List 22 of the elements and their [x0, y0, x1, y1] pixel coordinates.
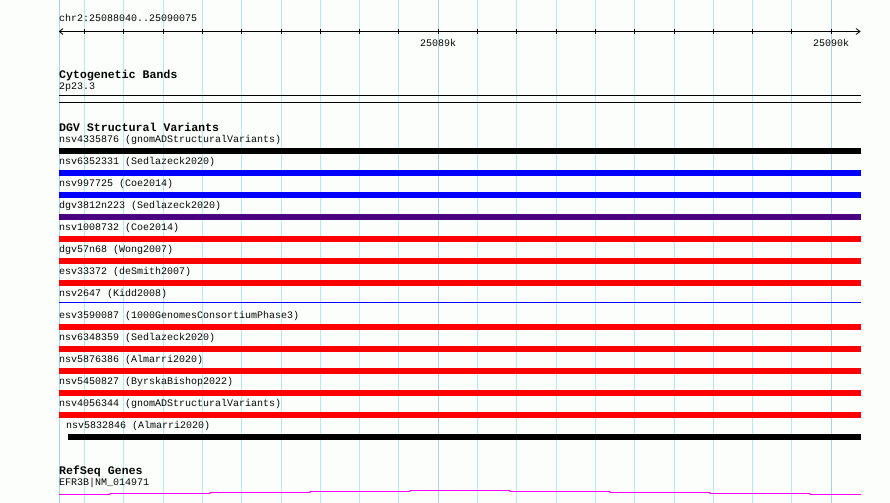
track-title: RefSeq Genes: [59, 465, 142, 478]
variant-label: dgv57n68 (Wong2007): [59, 245, 174, 257]
variant-label: esv33372 (deSmith2007): [59, 267, 192, 279]
variant-label: nsv5450827 (ByrskaBishop2022): [59, 377, 234, 389]
variant-label: nsv997725 (Coe2014): [59, 179, 174, 191]
variant-label: nsv4335876 (gnomADStructuralVariants): [59, 135, 282, 147]
tick-label: 25089k: [420, 39, 456, 51]
variant-label: nsv1008732 (Coe2014): [59, 223, 180, 235]
track-title: DGV Structural Variants: [59, 122, 220, 135]
variant-label: nsv6348359 (Sedlazeck2020): [59, 333, 216, 345]
band-label: 2p23.3: [59, 82, 96, 94]
variant-label: esv3590087 (1000GenomesConsortiumPhase3): [59, 311, 300, 323]
variant-label: nsv4056344 (gnomADStructuralVariants): [59, 399, 282, 411]
track-title: Cytogenetic Bands: [59, 69, 178, 82]
variant-label: nsv6352331 (Sedlazeck2020): [59, 157, 216, 169]
tick-label: 25090k: [813, 39, 849, 51]
variant-label: nsv2647 (Kidd2008): [59, 289, 168, 301]
variant-label: nsv5876386 (Almarri2020): [59, 355, 204, 367]
gene-label: EFR3B|NM_014971: [59, 478, 150, 490]
ruler-position: chr2:25088040..25090075: [59, 14, 198, 26]
variant-label: nsv5832846 (Almarri2020): [66, 421, 210, 433]
variant-label: dgv3812n223 (Sedlazeck2020): [59, 201, 222, 213]
